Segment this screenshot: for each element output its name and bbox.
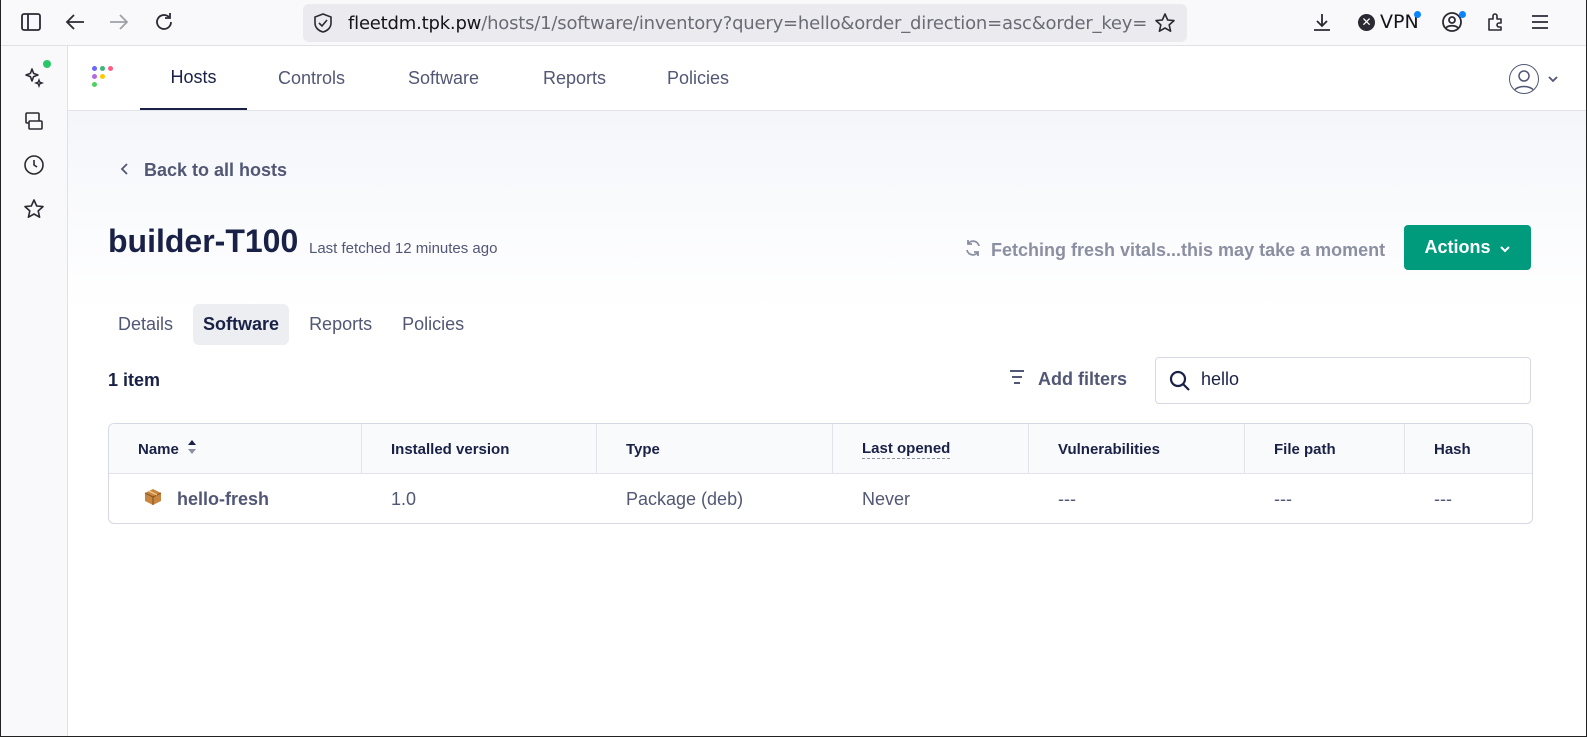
filter-icon	[1008, 369, 1026, 390]
back-to-hosts-link[interactable]: Back to all hosts	[120, 160, 287, 181]
software-table: Name Installed version Type Last opened …	[108, 423, 1533, 524]
cell-file-path: ---	[1274, 488, 1292, 509]
user-menu[interactable]	[1509, 64, 1559, 94]
actions-button[interactable]: Actions	[1404, 225, 1531, 270]
software-name-link[interactable]: hello-fresh	[177, 489, 269, 510]
nav-hosts[interactable]: Hosts	[140, 46, 247, 110]
tab-software[interactable]: Software	[193, 304, 290, 345]
column-last-opened-label: Last opened	[862, 439, 951, 459]
column-header-vulnerabilities: Vulnerabilities	[1029, 424, 1245, 474]
menu-icon[interactable]	[1528, 10, 1552, 34]
refresh-icon	[963, 238, 983, 263]
bookmarks-star-icon[interactable]	[22, 197, 46, 221]
cell-last-opened: Never	[862, 488, 911, 509]
column-header-hash: Hash	[1405, 424, 1532, 474]
add-filters-label: Add filters	[1038, 369, 1128, 389]
tab-software-label: Software	[203, 314, 280, 334]
tab-details[interactable]: Details	[108, 304, 183, 345]
nav-controls[interactable]: Controls	[278, 46, 345, 110]
tab-reports[interactable]: Reports	[299, 304, 382, 345]
column-file-path-label: File path	[1274, 440, 1336, 458]
vpn-label: VPN	[1380, 11, 1419, 33]
ai-sparkle-icon[interactable]	[22, 65, 46, 89]
url-host: fleetdm.tpk.pw	[348, 13, 482, 34]
top-navigation: Hosts Controls Software Reports Policies	[68, 46, 1587, 111]
forward-arrow-icon[interactable]	[107, 10, 131, 34]
tab-policies-label: Policies	[402, 314, 465, 334]
nav-policies[interactable]: Policies	[667, 46, 729, 110]
nav-controls-label: Controls	[278, 67, 346, 88]
nav-hosts-label: Hosts	[170, 66, 217, 87]
url-path: /hosts/1/software/inventory?query=hello&…	[481, 13, 1148, 34]
search-icon	[1169, 370, 1191, 397]
column-installed-version-label: Installed version	[391, 440, 510, 458]
column-header-name[interactable]: Name	[109, 424, 362, 474]
column-header-type: Type	[597, 424, 833, 474]
shield-icon[interactable]	[313, 13, 333, 38]
cell-vulnerabilities: ---	[1058, 488, 1076, 509]
vpn-button[interactable]: ✕ VPN	[1358, 11, 1419, 33]
chevron-left-icon	[120, 160, 130, 181]
item-count: 1 item	[108, 370, 161, 390]
nav-policies-label: Policies	[667, 67, 730, 88]
address-bar[interactable]: fleetdm.tpk.pw/hosts/1/software/inventor…	[303, 4, 1187, 42]
sidebar-toggle-icon[interactable]	[19, 10, 43, 34]
cell-installed-version: 1.0	[391, 488, 417, 509]
fetching-status-text: Fetching fresh vitals...this may take a …	[991, 240, 1386, 260]
back-arrow-icon[interactable]	[63, 10, 87, 34]
page-title: builder-T100	[108, 223, 299, 259]
nav-reports-label: Reports	[543, 67, 607, 88]
column-header-last-opened: Last opened	[833, 424, 1029, 474]
host-details-page: Back to all hosts builder-T100 Last fetc…	[68, 111, 1587, 737]
browser-sidebar	[0, 46, 68, 737]
add-filters-button[interactable]: Add filters	[1008, 369, 1127, 390]
column-header-installed-version: Installed version	[362, 424, 597, 474]
extensions-icon[interactable]	[1484, 10, 1508, 34]
sort-icon[interactable]	[187, 439, 197, 459]
tab-policies[interactable]: Policies	[392, 304, 474, 345]
chevron-down-icon	[1499, 237, 1511, 258]
download-icon[interactable]	[1310, 10, 1334, 34]
tab-reports-label: Reports	[309, 314, 373, 334]
actions-label: Actions	[1424, 237, 1491, 257]
vpn-notification-dot	[1414, 11, 1421, 18]
reload-icon[interactable]	[152, 10, 176, 34]
synced-tabs-icon[interactable]	[22, 109, 46, 133]
fleet-logo-icon[interactable]	[92, 66, 120, 94]
cell-hash: ---	[1434, 488, 1452, 509]
history-clock-icon[interactable]	[22, 153, 46, 177]
ai-status-dot	[43, 60, 51, 68]
fleet-app: Hosts Controls Software Reports Policies…	[68, 46, 1587, 737]
host-tabs: Details Software Reports Policies	[108, 304, 474, 345]
fetching-status: Fetching fresh vitals...this may take a …	[963, 238, 1385, 263]
tab-details-label: Details	[118, 314, 174, 334]
package-icon	[144, 488, 162, 511]
search-field[interactable]	[1155, 357, 1531, 404]
search-input[interactable]	[1201, 369, 1501, 390]
table-row[interactable]: hello-fresh 1.0 Package (deb) Never --- …	[109, 474, 1532, 523]
column-name-label: Name	[138, 440, 179, 458]
back-label: Back to all hosts	[144, 160, 288, 180]
nav-software-label: Software	[408, 67, 480, 88]
nav-reports[interactable]: Reports	[543, 46, 606, 110]
chevron-down-icon	[1547, 70, 1559, 88]
last-fetched-text: Last fetched 12 minutes ago	[309, 240, 498, 257]
column-vulnerabilities-label: Vulnerabilities	[1058, 440, 1160, 458]
nav-software[interactable]: Software	[408, 46, 479, 110]
table-header: Name Installed version Type Last opened …	[109, 424, 1532, 474]
cell-type: Package (deb)	[626, 488, 744, 509]
column-type-label: Type	[626, 440, 660, 458]
column-header-file-path: File path	[1245, 424, 1405, 474]
account-notification-dot	[1459, 11, 1466, 18]
avatar	[1509, 64, 1539, 94]
column-hash-label: Hash	[1434, 440, 1471, 458]
bookmark-star-icon[interactable]	[1154, 12, 1176, 39]
vpn-status-icon: ✕	[1358, 13, 1375, 31]
cell-name[interactable]: hello-fresh	[115, 474, 362, 523]
url-text: fleetdm.tpk.pw/hosts/1/software/inventor…	[348, 13, 1148, 34]
browser-toolbar: fleetdm.tpk.pw/hosts/1/software/inventor…	[0, 0, 1587, 46]
